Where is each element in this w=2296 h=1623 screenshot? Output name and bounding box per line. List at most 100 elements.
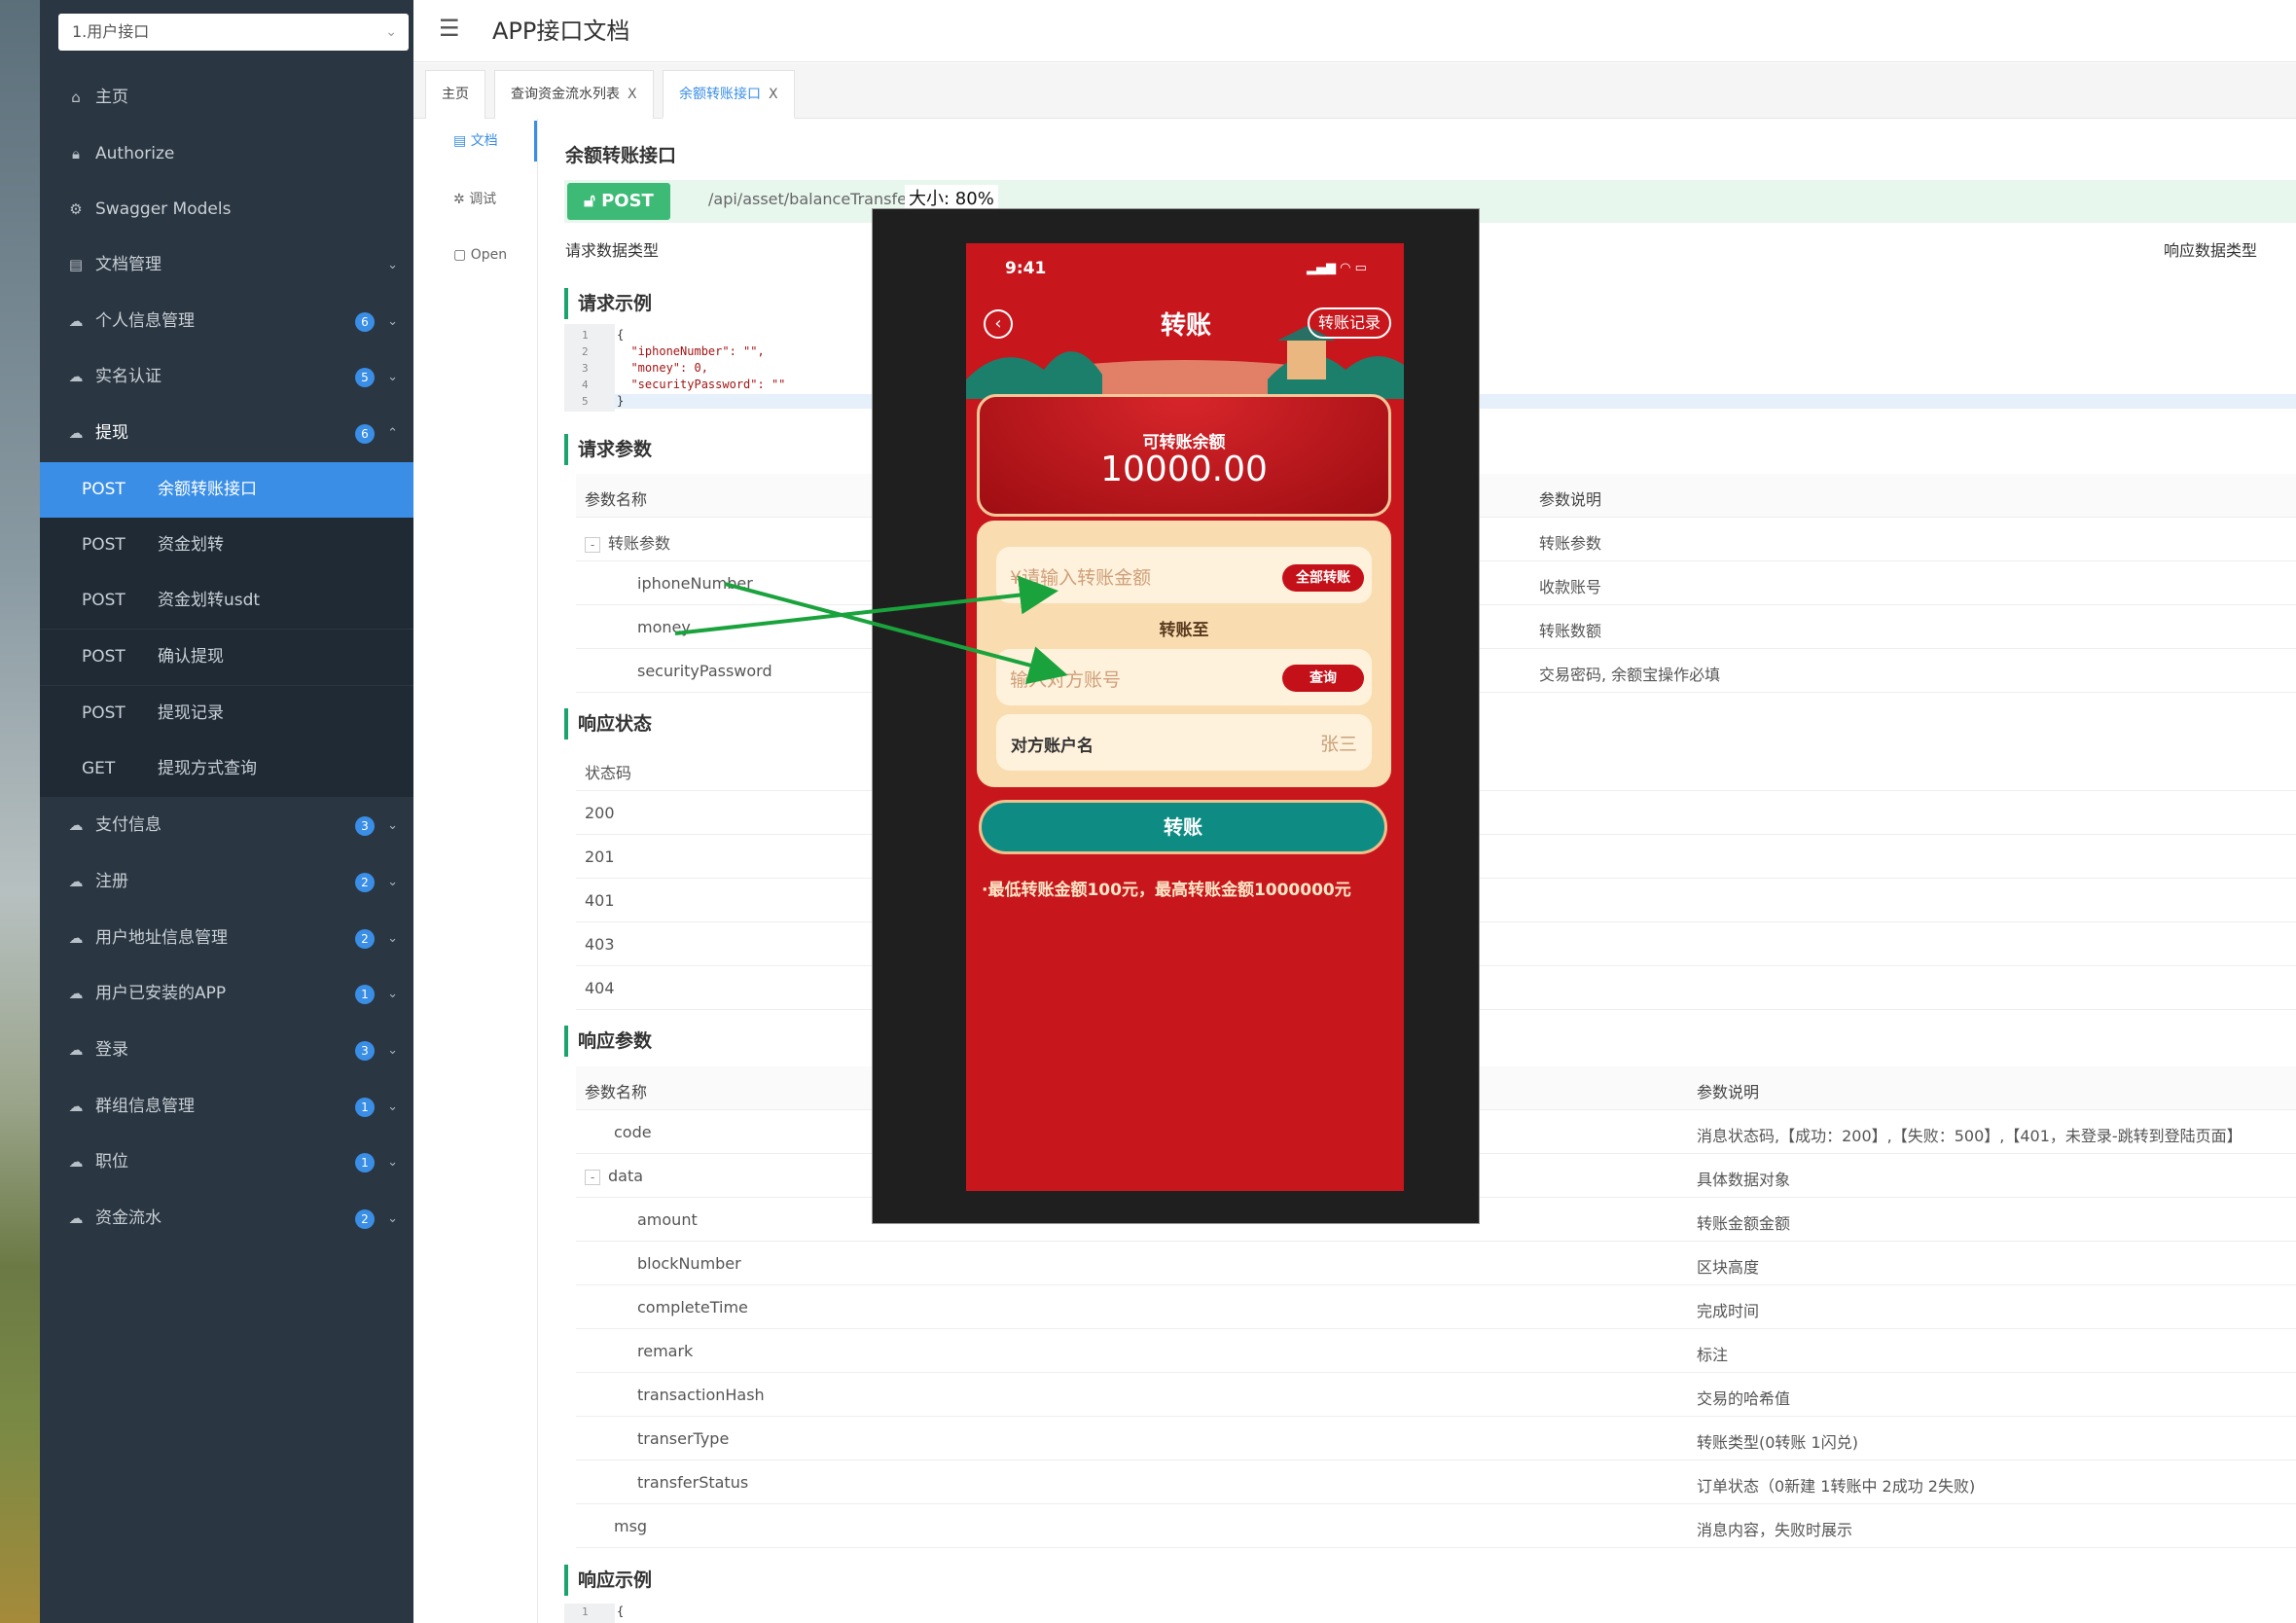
tab-balance-transfer[interactable]: 余额转账接口 X <box>663 70 795 119</box>
tab-home[interactable]: 主页 <box>425 70 485 119</box>
param-name: money <box>637 618 691 636</box>
chevron-down-icon: ⌄ <box>387 314 398 329</box>
chevron-down-icon: ⌄ <box>387 987 398 1001</box>
count-badge: 1 <box>355 1153 375 1172</box>
sidebar-sub-withdraw-records[interactable]: POST 提现记录 <box>40 686 413 741</box>
home-icon: ⌂ <box>71 89 81 106</box>
tab-fund-flow-list[interactable]: 查询资金流水列表 X <box>494 70 654 119</box>
count-badge: 3 <box>355 816 375 836</box>
sidebar-item-position[interactable]: ☁ 职位 1 ⌄ <box>40 1135 413 1190</box>
response-type-label: 响应数据类型 <box>2164 241 2258 260</box>
submit-transfer-button[interactable]: 转账 <box>979 800 1387 854</box>
sidebar-sub-balance-transfer[interactable]: POST 余额转账接口 <box>40 462 413 518</box>
sidebar-item-register[interactable]: ☁ 注册 2 ⌄ <box>40 854 413 910</box>
sidebar-item-swagger-models[interactable]: ⚙ Swagger Models <box>40 182 413 237</box>
param-desc: 转账数额 <box>1539 622 1602 640</box>
tab-label: 查询资金流水列表 <box>511 87 620 102</box>
count-badge: 1 <box>355 985 375 1004</box>
project-select-value: 1.用户接口 <box>72 22 150 41</box>
param-desc: 完成时间 <box>1697 1302 1760 1320</box>
sidebar-item-realname[interactable]: ☁ 实名认证 5 ⌄ <box>40 349 413 405</box>
param-name: amount <box>637 1210 698 1229</box>
tab-label: 主页 <box>442 87 469 102</box>
sidebar-item-payment[interactable]: ☁ 支付信息 3 ⌄ <box>40 798 413 853</box>
cloud-icon: ☁ <box>68 816 84 834</box>
chevron-down-icon: ⌄ <box>385 24 397 40</box>
cloud-icon: ☁ <box>68 985 84 1002</box>
param-desc: 订单状态（0新建 1转账中 2成功 2失败) <box>1697 1477 1976 1496</box>
close-icon[interactable]: X <box>628 87 637 102</box>
table-row: transferStatus 订单状态（0新建 1转账中 2成功 2失败) <box>576 1461 2296 1504</box>
project-select[interactable]: 1.用户接口 ⌄ <box>58 14 409 51</box>
cloud-icon: ☁ <box>68 424 84 442</box>
transfer-record-button[interactable]: 转账记录 <box>1308 307 1391 339</box>
sidebar-sub-fund-transfer-usdt[interactable]: POST 资金划转usdt <box>40 573 413 629</box>
line-number: 2 <box>582 345 589 358</box>
back-icon[interactable]: ‹ <box>984 309 1013 339</box>
subnav-label: 文档 <box>470 133 498 149</box>
chevron-down-icon: ⌄ <box>387 1043 398 1058</box>
sidebar-item-label: 资金流水 <box>95 1208 161 1228</box>
sidebar-item-withdraw[interactable]: ☁ 提现 6 ⌃ <box>40 406 413 461</box>
sidebar-item-label: 主页 <box>95 88 128 107</box>
signal-battery-icon: ▂▄▆ ◠ ▭ <box>1307 261 1367 275</box>
cloud-icon: ☁ <box>68 312 84 330</box>
api-title: 余额转账接口 <box>565 145 677 166</box>
menu-toggle-icon[interactable]: ☰ <box>439 15 460 42</box>
column-header: 状态码 <box>585 764 632 782</box>
collapse-icon[interactable]: - <box>585 1169 600 1185</box>
collapse-icon[interactable]: - <box>585 536 600 553</box>
desktop-background <box>0 0 40 1623</box>
request-type-label: 请求数据类型 <box>565 241 660 260</box>
param-name: transferStatus <box>637 1473 749 1492</box>
sidebar-item-doc-manage[interactable]: ▤ 文档管理 ⌄ <box>40 237 413 293</box>
sidebar-item-label: Authorize <box>95 144 175 163</box>
status-code: 404 <box>585 979 615 997</box>
sidebar-item-fund-flow[interactable]: ☁ 资金流水 2 ⌄ <box>40 1191 413 1246</box>
column-header: 参数说明 <box>1697 1083 1760 1101</box>
sidebar-item-personal-info[interactable]: ☁ 个人信息管理 6 ⌄ <box>40 294 413 349</box>
sidebar-item-login[interactable]: ☁ 登录 3 ⌄ <box>40 1023 413 1078</box>
sidebar-sub-confirm-withdraw[interactable]: POST 确认提现 <box>40 630 413 685</box>
code-gutter <box>564 1604 615 1623</box>
sidebar-item-authorize[interactable]: 🔒︎ Authorize <box>40 126 413 182</box>
sidebar-item-label: 用户已安装的APP <box>95 984 227 1003</box>
subnav-doc[interactable]: ▤ 文档 <box>453 130 498 150</box>
sidebar-item-label: 职位 <box>95 1152 128 1172</box>
line-number: 4 <box>582 379 589 391</box>
count-badge: 2 <box>355 873 375 892</box>
param-name: msg <box>614 1517 648 1535</box>
count-badge: 1 <box>355 1098 375 1117</box>
chevron-down-icon: ⌄ <box>387 1211 398 1226</box>
method-label: GET <box>82 759 116 778</box>
section-response-example: 响应示例 <box>564 1565 652 1596</box>
sidebar-item-label: 实名认证 <box>95 367 161 386</box>
sidebar-sub-withdraw-methods[interactable]: GET 提现方式查询 <box>40 741 413 797</box>
subnav-active-indicator <box>534 121 537 162</box>
account-name-value: 张三 <box>1320 734 1358 755</box>
code-gutter <box>564 324 615 412</box>
table-row: transerType 转账类型(0转账 1闪兑) <box>576 1417 2296 1461</box>
sidebar-item-address[interactable]: ☁ 用户地址信息管理 2 ⌄ <box>40 911 413 966</box>
sidebar-item-label: 登录 <box>95 1040 128 1060</box>
sidebar-sub-fund-transfer[interactable]: POST 资金划转 <box>40 518 413 573</box>
subnav-open[interactable]: ▢ Open <box>453 247 507 263</box>
sub-item-label: 资金划转 <box>158 535 224 555</box>
sidebar-item-group[interactable]: ☁ 群组信息管理 1 ⌄ <box>40 1079 413 1135</box>
param-desc: 区块高度 <box>1697 1258 1760 1277</box>
close-icon[interactable]: X <box>769 87 778 102</box>
chevron-up-icon: ⌃ <box>387 426 398 441</box>
table-row: transactionHash 交易的哈希值 <box>576 1373 2296 1417</box>
query-button[interactable]: 查询 <box>1282 665 1364 692</box>
cloud-icon: ☁ <box>68 929 84 947</box>
sidebar-item-home[interactable]: ⌂ 主页 <box>40 70 413 126</box>
section-response-status: 响应状态 <box>564 708 652 739</box>
transfer-all-button[interactable]: 全部转账 <box>1282 564 1364 592</box>
sidebar-item-installed-apps[interactable]: ☁ 用户已安装的APP 1 ⌄ <box>40 966 413 1022</box>
subnav-label: Open <box>470 247 508 263</box>
code-line: } <box>617 394 625 408</box>
subnav-label: 调试 <box>469 192 497 207</box>
subnav-debug[interactable]: ✲ 调试 <box>453 189 496 208</box>
line-number: 1 <box>582 329 589 342</box>
phone-title: 转账 <box>1161 311 1212 341</box>
